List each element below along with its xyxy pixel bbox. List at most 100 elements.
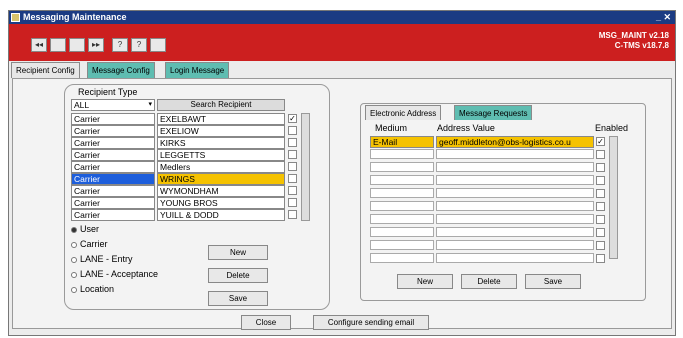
recipient-checkbox[interactable]	[288, 150, 297, 159]
configure-email-button[interactable]: Configure sending email	[313, 315, 429, 330]
radio-dot[interactable]	[71, 271, 77, 278]
recipient-type-select[interactable]: ALL ▾	[71, 99, 155, 111]
empty-enabled-checkbox[interactable]	[596, 163, 605, 172]
empty-enabled-checkbox[interactable]	[596, 254, 605, 263]
empty-medium-cell[interactable]	[370, 188, 434, 198]
first-record-button[interactable]: ◂◂	[31, 38, 47, 52]
recipient-checkbox[interactable]	[288, 186, 297, 195]
recipient-name-cell[interactable]: EXELIOW	[157, 125, 285, 137]
recipient-checkbox[interactable]	[288, 174, 297, 183]
empty-address-cell[interactable]	[436, 240, 594, 250]
recipient-scrollbar[interactable]	[301, 113, 310, 221]
enabled-checkbox[interactable]: ✓	[596, 137, 605, 146]
radio-dot[interactable]	[71, 241, 77, 248]
radio-option[interactable]: LANE - Acceptance	[71, 269, 158, 279]
prev-record-button[interactable]	[50, 38, 66, 52]
app-icon	[11, 13, 20, 22]
recipient-checkbox[interactable]	[288, 162, 297, 171]
empty-address-cell[interactable]	[436, 175, 594, 185]
chevron-down-icon: ▾	[148, 101, 152, 108]
window-controls-icon[interactable]: _ ✕	[656, 11, 671, 24]
empty-enabled-checkbox[interactable]	[596, 202, 605, 211]
empty-enabled-checkbox[interactable]	[596, 215, 605, 224]
empty-address-cell[interactable]	[436, 149, 594, 159]
recipient-name-cell[interactable]: EXELBAWT	[157, 113, 285, 125]
recipient-name-cell[interactable]: KIRKS	[157, 137, 285, 149]
empty-address-cell[interactable]	[436, 162, 594, 172]
recipient-name-cell[interactable]: LEGGETTS	[157, 149, 285, 161]
last-record-button[interactable]: ▸▸	[88, 38, 104, 52]
recipient-type-cell[interactable]: Carrier	[71, 149, 155, 161]
help-button[interactable]: ?	[112, 38, 128, 52]
recipient-type-cell[interactable]: Carrier	[71, 113, 155, 125]
empty-medium-cell[interactable]	[370, 201, 434, 211]
empty-enabled-checkbox[interactable]	[596, 189, 605, 198]
tab-message-requests[interactable]: Message Requests	[454, 105, 533, 120]
empty-medium-cell[interactable]	[370, 149, 434, 159]
recipient-delete-button[interactable]: Delete	[208, 268, 268, 283]
recipient-checkbox[interactable]	[288, 138, 297, 147]
empty-address-cell[interactable]	[436, 214, 594, 224]
empty-address-cell[interactable]	[436, 227, 594, 237]
empty-medium-cell[interactable]	[370, 214, 434, 224]
recipient-name-cell[interactable]: WRINGS	[157, 173, 285, 185]
recipient-type-cell[interactable]: Carrier	[71, 209, 155, 221]
search-recipient-button[interactable]: Search Recipient	[157, 99, 285, 111]
tab-message-config[interactable]: Message Config	[87, 62, 155, 78]
empty-enabled-checkbox[interactable]	[596, 241, 605, 250]
radio-label: LANE - Entry	[80, 254, 133, 264]
radio-option[interactable]: Location	[71, 284, 114, 294]
recipient-name-cell[interactable]: WYMONDHAM	[157, 185, 285, 197]
empty-medium-cell[interactable]	[370, 175, 434, 185]
empty-address-cell[interactable]	[436, 201, 594, 211]
radio-option[interactable]: User	[71, 224, 99, 234]
address-save-button[interactable]: Save	[525, 274, 581, 289]
radio-dot[interactable]	[71, 286, 77, 293]
address-scrollbar[interactable]	[609, 136, 618, 259]
recipient-checkbox[interactable]: ✓	[288, 114, 297, 123]
recipient-checkbox[interactable]	[288, 198, 297, 207]
radio-option[interactable]: LANE - Entry	[71, 254, 133, 264]
empty-medium-cell[interactable]	[370, 227, 434, 237]
address-value-cell[interactable]: geoff.middleton@obs-logistics.co.u	[436, 136, 594, 148]
close-button[interactable]: Close	[241, 315, 291, 330]
recipient-type-cell[interactable]: Carrier	[71, 137, 155, 149]
empty-medium-cell[interactable]	[370, 240, 434, 250]
tab-electronic-address[interactable]: Electronic Address	[365, 105, 442, 120]
recipient-new-button[interactable]: New	[208, 245, 268, 260]
recipient-type-label: Recipient Type	[78, 87, 138, 97]
empty-enabled-checkbox[interactable]	[596, 176, 605, 185]
recipient-checkbox[interactable]	[288, 210, 297, 219]
empty-address-cell[interactable]	[436, 188, 594, 198]
recipient-name-cell[interactable]: YUILL & DODD	[157, 209, 285, 221]
address-delete-button[interactable]: Delete	[461, 274, 517, 289]
about-button[interactable]: ?	[131, 38, 147, 52]
radio-dot[interactable]	[71, 226, 77, 233]
recipient-save-button[interactable]: Save	[208, 291, 268, 306]
recipient-name-cell[interactable]: YOUNG BROS	[157, 197, 285, 209]
recipient-type-cell[interactable]: Carrier	[71, 161, 155, 173]
recipient-type-cell[interactable]: Carrier	[71, 125, 155, 137]
tab-recipient-config[interactable]: Recipient Config	[11, 62, 80, 78]
recipient-type-cell[interactable]: Carrier	[71, 197, 155, 209]
recipient-checkbox[interactable]	[288, 126, 297, 135]
radio-option[interactable]: Carrier	[71, 239, 108, 249]
col-medium-header: Medium	[375, 123, 408, 133]
radio-label: LANE - Acceptance	[80, 269, 159, 279]
recipient-type-cell[interactable]: Carrier	[71, 185, 155, 197]
next-record-button[interactable]	[69, 38, 85, 52]
recipient-type-cell[interactable]: Carrier	[71, 173, 155, 185]
header-banner: ◂◂ ▸▸ ? ? MSG_MAINT v2.18 C-TMS v18.7.8	[9, 24, 675, 61]
medium-cell[interactable]: E-Mail	[370, 136, 434, 148]
radio-dot[interactable]	[71, 256, 77, 263]
empty-address-cell[interactable]	[436, 253, 594, 263]
address-new-button[interactable]: New	[397, 274, 453, 289]
empty-medium-cell[interactable]	[370, 162, 434, 172]
tab-login-message[interactable]: Login Message	[165, 62, 230, 78]
empty-enabled-checkbox[interactable]	[596, 150, 605, 159]
exit-button[interactable]	[150, 38, 166, 52]
col-address-header: Address Value	[437, 123, 495, 133]
empty-enabled-checkbox[interactable]	[596, 228, 605, 237]
empty-medium-cell[interactable]	[370, 253, 434, 263]
recipient-name-cell[interactable]: Medlers	[157, 161, 285, 173]
